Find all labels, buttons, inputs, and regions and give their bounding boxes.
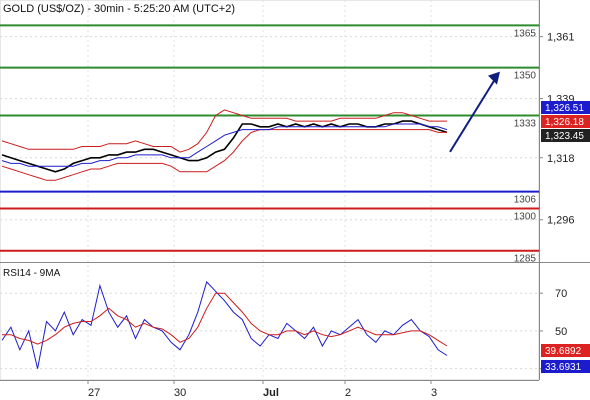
price-tick-label: 1,361 bbox=[547, 32, 575, 44]
level-label-1306: 1306 bbox=[514, 195, 537, 206]
time-tick-label: 2 bbox=[345, 387, 351, 399]
price-tag-label: 1,326.51 bbox=[545, 103, 584, 114]
plot-area bbox=[0, 0, 540, 381]
time-tick-label: Jul bbox=[263, 387, 279, 399]
price-tick-label: 1,318 bbox=[547, 153, 575, 165]
rsi-tag-label: 33.6931 bbox=[545, 362, 582, 373]
rsi-tag-label: 39.6892 bbox=[545, 346, 582, 357]
price-tag-label: 1,323.45 bbox=[545, 131, 584, 142]
time-tick-label: 30 bbox=[174, 387, 186, 399]
level-label-1365: 1365 bbox=[514, 28, 537, 39]
price-tag-label: 1,326.18 bbox=[545, 117, 584, 128]
level-label-1350: 1350 bbox=[514, 71, 537, 82]
level-label-1300: 1300 bbox=[514, 211, 537, 222]
level-label-1285: 1285 bbox=[514, 254, 537, 265]
gold-chart: 136513501333130613001285 1,3611,3391,318… bbox=[0, 0, 590, 399]
time-tick-label: 27 bbox=[88, 387, 100, 399]
rsi-title: RSI14 - 9MA bbox=[3, 268, 61, 279]
time-axis: 27 30 Jul 2 3 bbox=[87, 380, 437, 399]
price-tick-label: 1,296 bbox=[547, 215, 575, 227]
time-tick-label: 3 bbox=[431, 387, 437, 399]
level-label-1333: 1333 bbox=[514, 119, 537, 130]
rsi-tick-label: 50 bbox=[555, 326, 567, 338]
rsi-tick-label: 70 bbox=[555, 288, 567, 300]
chart-title: GOLD (US$/OZ) - 30min - 5:25:20 AM (UTC+… bbox=[3, 3, 235, 15]
